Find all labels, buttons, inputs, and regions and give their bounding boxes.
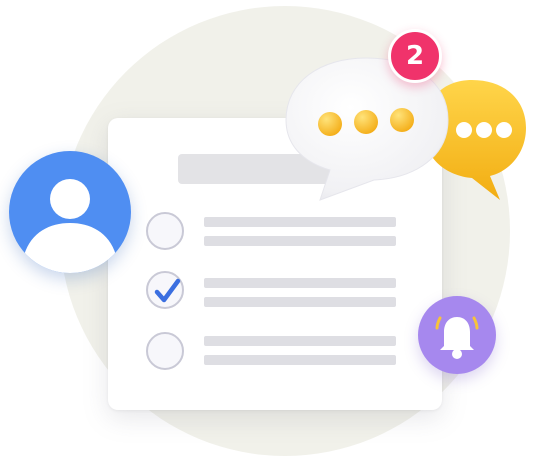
text-line-placeholder [204, 297, 396, 307]
notification-badge: 2 [388, 29, 442, 83]
text-line-placeholder [204, 217, 396, 227]
checkbox-empty[interactable] [146, 332, 184, 370]
checklist-item[interactable] [146, 271, 406, 313]
checkbox-empty[interactable] [146, 212, 184, 250]
text-line-placeholder [204, 336, 396, 346]
bell-glyph [435, 316, 479, 359]
checklist-item[interactable] [146, 332, 406, 374]
text-line-placeholder [204, 278, 396, 288]
checkbox-checked[interactable] [146, 271, 184, 309]
text-line-placeholder [204, 355, 396, 365]
illustration: 2 [0, 0, 536, 460]
text-line-placeholder [204, 236, 396, 246]
checklist-item[interactable] [146, 212, 406, 254]
user-avatar-icon[interactable] [9, 151, 131, 273]
bell-icon[interactable] [418, 296, 496, 374]
checkmark-icon [154, 278, 181, 303]
person-silhouette [23, 179, 117, 273]
